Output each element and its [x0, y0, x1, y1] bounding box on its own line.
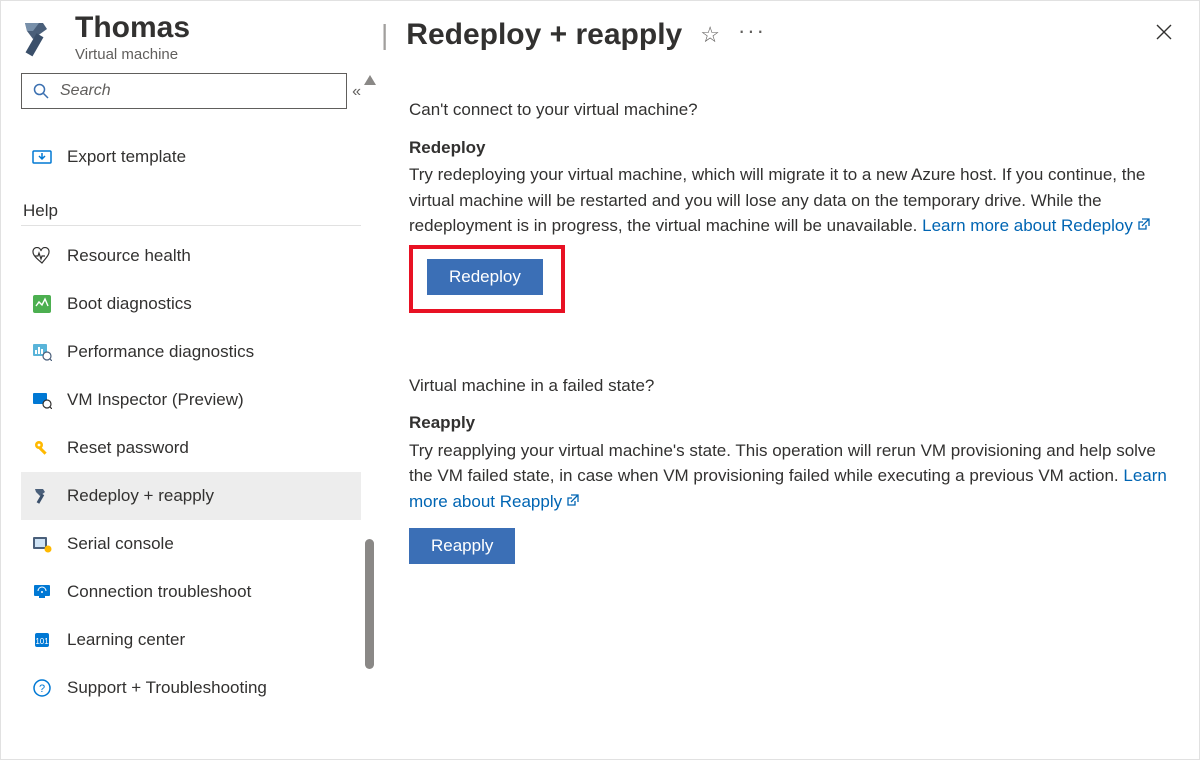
- reapply-heading: Reapply: [409, 410, 1177, 436]
- search-input[interactable]: [60, 82, 338, 100]
- key-icon: [31, 437, 53, 459]
- svg-text:?: ?: [39, 683, 45, 695]
- redeploy-description: Try redeploying your virtual machine, wh…: [409, 162, 1177, 239]
- section-spacer: [409, 313, 1177, 373]
- resource-name: Thomas: [75, 11, 190, 44]
- search-icon: [30, 80, 52, 102]
- sidebar-item-label: Export template: [67, 147, 186, 167]
- content-wrap: Can't connect to your virtual machine? R…: [363, 69, 1199, 759]
- sidebar-item-label: Reset password: [67, 438, 189, 458]
- redeploy-button-highlight: Redeploy: [409, 245, 565, 313]
- connection-troubleshoot-icon: [31, 581, 53, 603]
- blade-header: Thomas Virtual machine | Redeploy + reap…: [1, 1, 1199, 69]
- learning-center-icon: 101: [31, 629, 53, 651]
- boot-diagnostics-icon: [31, 293, 53, 315]
- collapse-sidebar-icon[interactable]: «: [352, 83, 361, 101]
- sidebar-item-learning-center[interactable]: 101 Learning center: [21, 616, 361, 664]
- sidebar-scrollbar[interactable]: [363, 69, 377, 759]
- title-separator: |: [381, 19, 388, 51]
- blade-body: « Export template Help: [1, 69, 1199, 759]
- vm-inspector-icon: [31, 389, 53, 411]
- hammer-icon: [31, 485, 53, 507]
- sidebar-group-help: Help: [21, 191, 361, 226]
- sidebar-item-label: Support + Troubleshooting: [67, 678, 267, 698]
- redeploy-button[interactable]: Redeploy: [427, 259, 543, 295]
- serial-console-icon: [31, 533, 53, 555]
- help-icon: ?: [31, 677, 53, 699]
- scroll-up-arrow-icon: [364, 75, 376, 85]
- reapply-question: Virtual machine in a failed state?: [409, 373, 1177, 399]
- sidebar-item-export-template[interactable]: Export template: [21, 133, 361, 181]
- title-group: Thomas Virtual machine: [75, 11, 190, 63]
- sidebar-item-redeploy-reapply[interactable]: Redeploy + reapply: [21, 472, 361, 520]
- svg-text:101: 101: [35, 637, 49, 646]
- nav: Export template Help Resource health Boo…: [21, 133, 361, 712]
- sidebar-item-performance-diagnostics[interactable]: Performance diagnostics: [21, 328, 361, 376]
- sidebar-item-resource-health[interactable]: Resource health: [21, 232, 361, 280]
- vm-hammer-icon: [19, 17, 61, 59]
- sidebar: « Export template Help: [1, 69, 363, 759]
- sidebar-item-label: Learning center: [67, 630, 185, 650]
- reapply-button[interactable]: Reapply: [409, 528, 515, 564]
- redeploy-heading: Redeploy: [409, 135, 1177, 161]
- sidebar-item-label: VM Inspector (Preview): [67, 390, 244, 410]
- search-box[interactable]: [21, 73, 347, 109]
- main-content: Can't connect to your virtual machine? R…: [377, 69, 1199, 759]
- more-menu-icon[interactable]: ···: [738, 18, 766, 44]
- close-icon[interactable]: [1149, 17, 1179, 53]
- sidebar-item-support-troubleshooting[interactable]: ? Support + Troubleshooting: [21, 664, 361, 712]
- heart-pulse-icon: [31, 245, 53, 267]
- page-title: Redeploy + reapply: [406, 18, 682, 52]
- external-link-icon: [1137, 213, 1151, 239]
- sidebar-item-label: Performance diagnostics: [67, 342, 254, 362]
- sidebar-item-label: Resource health: [67, 246, 191, 266]
- link-text: Learn more about Redeploy: [922, 216, 1133, 235]
- resource-type: Virtual machine: [75, 46, 190, 63]
- redeploy-learn-more-link[interactable]: Learn more about Redeploy: [922, 216, 1151, 235]
- sidebar-item-reset-password[interactable]: Reset password: [21, 424, 361, 472]
- favorite-icon[interactable]: ☆: [700, 22, 720, 48]
- sidebar-item-label: Connection troubleshoot: [67, 582, 251, 602]
- sidebar-item-label: Redeploy + reapply: [67, 486, 214, 506]
- blade-root: Thomas Virtual machine | Redeploy + reap…: [0, 0, 1200, 760]
- reapply-body-text: Try reapplying your virtual machine's st…: [409, 441, 1156, 486]
- external-link-icon: [566, 489, 580, 515]
- reapply-description: Try reapplying your virtual machine's st…: [409, 438, 1177, 515]
- sidebar-item-serial-console[interactable]: Serial console: [21, 520, 361, 568]
- header-left: Thomas Virtual machine: [19, 11, 381, 63]
- scroll-thumb[interactable]: [365, 539, 374, 669]
- sidebar-item-connection-troubleshoot[interactable]: Connection troubleshoot: [21, 568, 361, 616]
- redeploy-question: Can't connect to your virtual machine?: [409, 97, 1177, 123]
- sidebar-item-vm-inspector[interactable]: VM Inspector (Preview): [21, 376, 361, 424]
- export-template-icon: [31, 146, 53, 168]
- sidebar-item-label: Serial console: [67, 534, 174, 554]
- header-right: | Redeploy + reapply ☆ ···: [381, 11, 1179, 53]
- sidebar-item-boot-diagnostics[interactable]: Boot diagnostics: [21, 280, 361, 328]
- performance-diagnostics-icon: [31, 341, 53, 363]
- sidebar-item-label: Boot diagnostics: [67, 294, 192, 314]
